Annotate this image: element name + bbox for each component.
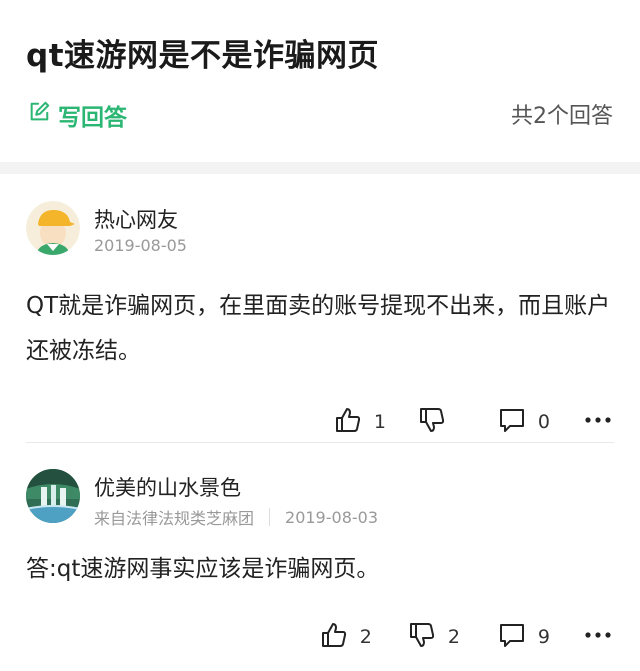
answer-item: 优美的山水景色 来自法律法规类芝麻团 2019-08-03 答:qt速游网事实应… bbox=[0, 443, 640, 671]
section-gap bbox=[0, 162, 640, 174]
avatar[interactable] bbox=[26, 201, 80, 255]
like-button[interactable]: 1 bbox=[334, 406, 386, 438]
comment-count: 9 bbox=[537, 626, 550, 648]
more-icon bbox=[584, 406, 612, 438]
username[interactable]: 热心网友 bbox=[94, 204, 178, 234]
like-count: 2 bbox=[359, 626, 372, 648]
answer-date: 2019-08-05 bbox=[94, 236, 187, 255]
answer-count: 共2个回答 bbox=[511, 104, 613, 129]
answer-content: QT就是诈骗网页，在里面卖的账号提现不出来，而且账户还被冻结。 bbox=[26, 293, 611, 364]
dislike-button[interactable]: 2 bbox=[408, 621, 460, 653]
question-header: qt速游网是不是诈骗网页 写回答 共2个回答 bbox=[0, 0, 640, 162]
comment-count: 0 bbox=[537, 411, 550, 433]
thumbs-down-icon bbox=[408, 621, 436, 653]
answer-meta: 2019-08-05 bbox=[94, 236, 187, 255]
answer-meta: 来自法律法规类芝麻团 2019-08-03 bbox=[94, 505, 378, 529]
like-button[interactable]: 2 bbox=[320, 621, 372, 653]
comment-icon bbox=[498, 406, 526, 438]
answer-source[interactable]: 来自法律法规类芝麻团 bbox=[94, 505, 254, 529]
more-icon bbox=[584, 621, 612, 653]
write-answer-label: 写回答 bbox=[58, 105, 127, 131]
thumbs-down-icon bbox=[418, 406, 446, 438]
dislike-button[interactable] bbox=[418, 406, 446, 438]
dislike-count: 2 bbox=[447, 626, 460, 648]
answer-content: 答:qt速游网事实应该是诈骗网页。 bbox=[26, 556, 380, 582]
answer-item: 热心网友 2019-08-05 QT就是诈骗网页，在里面卖的账号提现不出来，而且… bbox=[0, 174, 640, 443]
avatar[interactable] bbox=[26, 469, 80, 523]
comment-button[interactable]: 9 bbox=[498, 621, 550, 653]
answer-actions: 2 2 9 bbox=[320, 621, 612, 653]
thumbs-up-icon bbox=[334, 406, 362, 438]
edit-icon bbox=[28, 101, 50, 129]
username[interactable]: 优美的山水景色 bbox=[94, 472, 241, 502]
meta-separator bbox=[269, 508, 271, 526]
question-title: qt速游网是不是诈骗网页 bbox=[26, 38, 380, 74]
like-count: 1 bbox=[373, 411, 386, 433]
answer-actions: 1 0 bbox=[334, 406, 612, 438]
answer-date: 2019-08-03 bbox=[285, 507, 378, 527]
comment-icon bbox=[498, 621, 526, 653]
more-button[interactable] bbox=[584, 406, 612, 438]
comment-button[interactable]: 0 bbox=[498, 406, 550, 438]
more-button[interactable] bbox=[584, 621, 612, 653]
thumbs-up-icon bbox=[320, 621, 348, 653]
write-answer-button[interactable]: 写回答 bbox=[28, 98, 127, 132]
